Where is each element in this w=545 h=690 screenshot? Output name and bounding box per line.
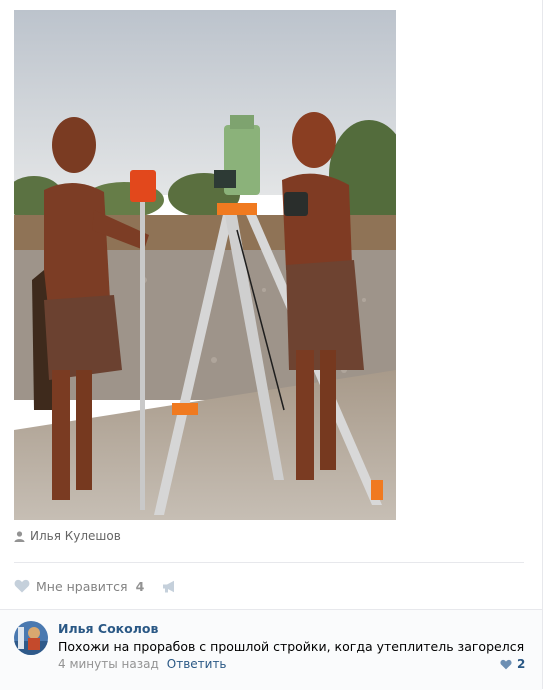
wall-post: Илья Кулешов Мне нравится 4 Илья Соколов…	[0, 0, 543, 690]
user-icon	[14, 530, 25, 542]
post-photo[interactable]	[14, 10, 396, 520]
comment-time[interactable]: 4 минуты назад	[58, 657, 159, 671]
reply-link[interactable]: Ответить	[167, 657, 227, 671]
avatar-image	[14, 621, 48, 655]
comment-like-button[interactable]: 2	[500, 657, 525, 671]
like-label: Мне нравится	[36, 578, 128, 594]
like-button[interactable]: Мне нравится 4	[14, 579, 144, 594]
post-divider	[14, 562, 524, 563]
small-heart-icon	[500, 659, 512, 669]
comment-author[interactable]: Илья Соколов	[58, 621, 158, 636]
photo-image	[14, 10, 396, 520]
post-actions: Мне нравится 4	[14, 577, 177, 595]
photo-author[interactable]: Илья Кулешов	[14, 528, 121, 544]
comments-section: Илья Соколов Похожи на прорабов с прошло…	[0, 609, 542, 690]
photo-author-name: Илья Кулешов	[30, 529, 121, 543]
like-count: 4	[135, 578, 145, 594]
comment-text: Похожи на прорабов с прошлой стройки, ко…	[58, 639, 525, 654]
avatar[interactable]	[14, 621, 48, 655]
share-button[interactable]	[162, 580, 177, 593]
comment-meta: 4 минуты назад Ответить	[58, 657, 227, 671]
megaphone-icon	[163, 580, 175, 592]
heart-icon	[14, 579, 30, 593]
comment-like-count: 2	[517, 657, 526, 671]
